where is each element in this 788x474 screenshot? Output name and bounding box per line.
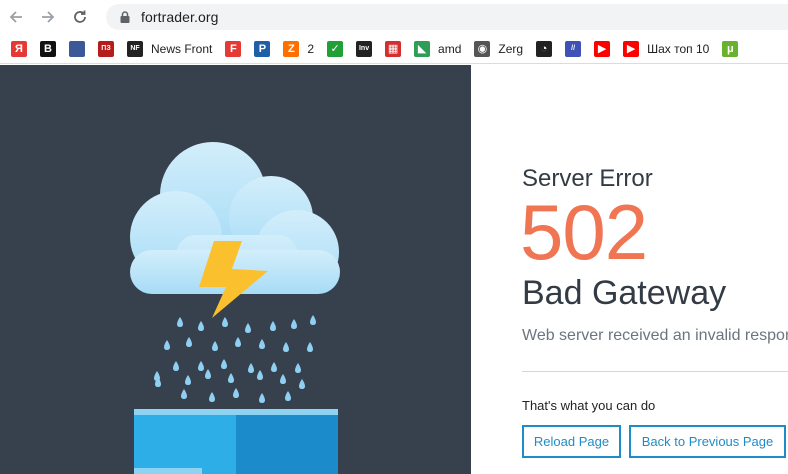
- sber-icon: ✓: [327, 40, 344, 57]
- raindrop-icon: [221, 359, 227, 369]
- youtube-icon: ▶: [623, 40, 640, 57]
- bookmark-item[interactable]: Inv: [356, 38, 373, 60]
- raindrop-icon: [248, 363, 254, 373]
- raindrop-icon: [185, 375, 191, 385]
- bookmark-item[interactable]: NF News Front: [127, 38, 212, 60]
- bookmark-item[interactable]: F: [225, 38, 242, 60]
- bookmark-item[interactable]: //: [565, 38, 582, 60]
- raindrop-icon: [291, 319, 297, 329]
- raindrop-icon: [245, 323, 251, 333]
- raindrop-icon: [259, 393, 265, 403]
- fb-icon: F: [225, 40, 242, 57]
- raindrop-icon: [177, 317, 183, 327]
- raindrop-icon: [205, 369, 211, 379]
- bookmark-item[interactable]: Я: [11, 38, 27, 60]
- reload-page-button[interactable]: Reload Page: [522, 425, 621, 458]
- bookmark-label: Zerg: [498, 41, 524, 56]
- raindrop-icon: [235, 337, 241, 347]
- error-message-panel: Server Error 502 Bad Gateway Web server …: [471, 65, 788, 474]
- slashes-icon: //: [565, 40, 582, 57]
- error-code: 502: [520, 188, 648, 276]
- raindrop-icon: [295, 363, 301, 373]
- bookmark-item[interactable]: ◔: [536, 38, 553, 60]
- raindrop-icon: [280, 374, 286, 384]
- bookmark-item[interactable]: ПЗ: [98, 38, 114, 60]
- raindrop-icon: [212, 341, 218, 351]
- p3-icon: ПЗ: [98, 40, 114, 57]
- bookmark-item[interactable]: ✓: [327, 38, 344, 60]
- bookmark-label: Шах топ 10: [647, 41, 710, 56]
- bookmark-label: News Front: [151, 41, 213, 56]
- raindrop-icon: [257, 370, 263, 380]
- bookmark-item[interactable]: Z2: [283, 38, 314, 60]
- error-description: Web server received an invalid response …: [522, 327, 788, 344]
- bookmark-item[interactable]: μ: [722, 38, 739, 60]
- news-front-icon: NF: [127, 40, 143, 57]
- raindrop-icon: [307, 342, 313, 352]
- amd-icon: ◣: [414, 40, 431, 57]
- back-arrow-icon[interactable]: [0, 0, 32, 34]
- inv-icon: Inv: [356, 40, 373, 57]
- raindrops: [154, 315, 316, 403]
- bookmark-item[interactable]: ▶: [594, 38, 611, 60]
- box-icon: [134, 409, 338, 474]
- back-to-previous-page-button[interactable]: Back to Previous Page: [629, 425, 786, 458]
- bookmark-item[interactable]: P: [254, 38, 271, 60]
- raindrop-icon: [299, 379, 305, 389]
- bookmark-item[interactable]: [69, 38, 85, 60]
- bookmark-item[interactable]: B: [40, 38, 56, 60]
- lock-icon: [120, 11, 130, 23]
- raindrop-icon: [285, 391, 291, 401]
- chart-site-icon: [69, 40, 85, 57]
- divider: [522, 371, 788, 372]
- bookmarks-bar: Я B ПЗ NF News Front F P Z 2 ✓ Inv ▦ ◣ amd ◉ Zerg ◔//▶ ▶ Ш…: [0, 34, 788, 64]
- bookmark-label: 2: [307, 41, 315, 56]
- gauge-icon: ◔: [536, 40, 553, 57]
- b-letter-icon: B: [40, 40, 56, 57]
- bookmark-item[interactable]: ◉ Zerg: [474, 38, 523, 60]
- browser-toolbar: fortrader.org: [0, 0, 788, 34]
- youtube-icon: ▶: [594, 40, 611, 57]
- error-page: Server Error 502 Bad Gateway Web server …: [0, 65, 788, 474]
- error-title: Bad Gateway: [522, 274, 727, 312]
- raindrop-icon: [259, 339, 265, 349]
- illustration-panel: [0, 65, 471, 474]
- raindrop-icon: [209, 392, 215, 402]
- raindrop-icon: [198, 321, 204, 331]
- raindrop-icon: [181, 389, 187, 399]
- raindrop-icon: [198, 361, 204, 371]
- storm-illustration: [130, 142, 340, 474]
- bookmark-item[interactable]: ▶ Шах топ 10: [623, 38, 709, 60]
- bookmark-item[interactable]: ◣ amd: [414, 38, 461, 60]
- utorrent-icon: μ: [722, 40, 739, 57]
- url-text: fortrader.org: [141, 9, 219, 25]
- raindrop-icon: [228, 373, 234, 383]
- raindrop-icon: [173, 361, 179, 371]
- globe-icon: ◉: [474, 40, 491, 57]
- raindrop-icon: [164, 340, 170, 350]
- z-icon: Z: [283, 40, 300, 57]
- bookmark-item[interactable]: ▦: [385, 38, 402, 60]
- p-letter-icon: P: [254, 40, 271, 57]
- forward-arrow-icon[interactable]: [32, 0, 64, 34]
- bookmark-label: amd: [438, 41, 462, 56]
- building-icon: ▦: [385, 40, 402, 57]
- raindrop-icon: [310, 315, 316, 325]
- raindrop-icon: [222, 317, 228, 327]
- raindrop-icon: [233, 388, 239, 398]
- address-bar[interactable]: fortrader.org: [106, 4, 788, 30]
- raindrop-icon: [283, 342, 289, 352]
- raindrop-icon: [186, 337, 192, 347]
- yandex-icon: Я: [11, 40, 27, 57]
- reload-icon[interactable]: [64, 0, 96, 34]
- raindrop-icon: [271, 362, 277, 372]
- suggestion-text: That's what you can do: [522, 398, 656, 413]
- raindrop-icon: [270, 321, 276, 331]
